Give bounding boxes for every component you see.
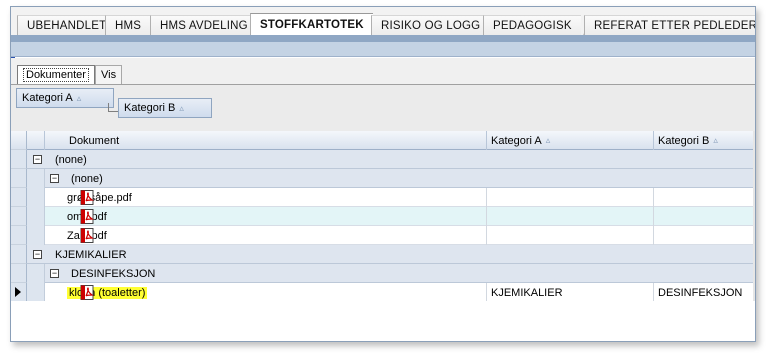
group-indent (27, 188, 45, 207)
pdf-icon (80, 209, 94, 224)
collapse-icon[interactable]: − (33, 155, 42, 164)
tab-label: REFERAT ETTER PEDLEDERM (594, 19, 756, 32)
tab-content-bar (11, 35, 755, 42)
tab-stoffkartotek[interactable]: STOFFKARTOTEK (250, 13, 373, 35)
group-row[interactable]: − (none) (11, 150, 755, 169)
cell-kategori-a[interactable] (487, 188, 654, 207)
tab-ubehandlet[interactable]: UBEHANDLET (17, 15, 116, 35)
tab-risiko-og-logg[interactable]: RISIKO OG LOGG (371, 15, 490, 35)
group-indent (27, 226, 45, 245)
tab-label: STOFFKARTOTEK (260, 18, 364, 31)
row-selector[interactable] (11, 150, 27, 169)
tab-label: PEDAGOGISK (493, 19, 572, 32)
column-label: Kategori A (491, 134, 542, 147)
grid-empty-area (11, 301, 755, 341)
group-row[interactable]: − KJEMIKALIER (11, 245, 755, 264)
cell-kategori-b[interactable]: DESINFEKSJON (654, 283, 754, 302)
tab-label: RISIKO OG LOGG (381, 19, 481, 32)
tab-label: Vis (101, 69, 117, 81)
inner-tab-strip: Dokumenter Vis (11, 58, 755, 85)
group-indent (27, 283, 45, 302)
main-tab-strip: UBEHANDLET HMS HMS AVDELING STOFFKARTOTE… (11, 7, 756, 35)
sort-ascending-icon: ▵ (545, 135, 551, 145)
tab-vis[interactable]: Vis (95, 65, 123, 84)
toolbar-area (11, 42, 755, 57)
group-label: Kategori A (22, 92, 73, 104)
row-selector[interactable] (11, 188, 27, 207)
row-selector[interactable] (11, 169, 27, 188)
group-label: KJEMIKALIER (55, 248, 127, 261)
tab-label: Dokumenter (23, 68, 89, 82)
tab-dokumenter[interactable]: Dokumenter (17, 65, 95, 84)
tab-pedagogisk[interactable]: PEDAGOGISK (483, 15, 581, 35)
header-corner (11, 131, 27, 150)
app-window: UBEHANDLET HMS HMS AVDELING STOFFKARTOTE… (10, 6, 756, 342)
group-connector (108, 103, 118, 112)
row-selector[interactable] (11, 226, 27, 245)
column-header-kategori-b[interactable]: Kategori B ▵ (654, 131, 754, 150)
sort-ascending-icon: ▵ (713, 135, 718, 145)
pdf-icon (80, 285, 94, 300)
cell-kategori-a[interactable]: KJEMIKALIER (487, 283, 654, 302)
table-row-selected[interactable]: klorin (toaletter) KJEMIKALIER DESINFEKS… (11, 283, 755, 302)
pdf-icon (80, 190, 94, 205)
group-label: (none) (55, 153, 87, 166)
tab-hms-avdeling[interactable]: HMS AVDELING (150, 15, 257, 35)
cell-kategori-b[interactable] (654, 207, 754, 226)
subgroup-row[interactable]: − (none) (11, 169, 755, 188)
table-row[interactable]: omo.pdf (11, 207, 755, 226)
cell-kategori-a[interactable] (487, 207, 654, 226)
cell-dokument[interactable]: grønsåpe.pdf (45, 188, 487, 207)
table-row[interactable]: grønsåpe.pdf (11, 188, 755, 207)
collapse-icon[interactable]: − (33, 250, 42, 259)
tab-label: HMS (115, 19, 142, 32)
column-header-dokument[interactable]: Dokument (45, 131, 487, 150)
group-by-panel: Kategori A ▵ Kategori B ▵ (11, 85, 755, 131)
subgroup-row[interactable]: − DESINFEKSJON (11, 264, 755, 283)
group-label: DESINFEKSJON (71, 267, 156, 280)
group-button-kategori-a[interactable]: Kategori A ▵ (16, 88, 114, 108)
sort-ascending-icon: ▵ (76, 92, 82, 103)
group-label: Kategori B (124, 102, 176, 114)
group-indent (27, 169, 45, 188)
group-indent (27, 264, 45, 283)
collapse-icon[interactable]: − (50, 269, 59, 278)
row-selector[interactable] (11, 245, 27, 264)
cell-kategori-b[interactable] (654, 188, 754, 207)
group-button-kategori-b[interactable]: Kategori B ▵ (118, 98, 212, 118)
cell-dokument[interactable]: klorin (toaletter) (45, 283, 487, 302)
tab-hms[interactable]: HMS (105, 15, 151, 35)
document-name: grønsåpe.pdf (67, 191, 132, 204)
group-label: (none) (71, 172, 103, 185)
pdf-icon (80, 228, 94, 243)
group-indent (27, 207, 45, 226)
cell-dokument[interactable]: Zalo.pdf (45, 226, 487, 245)
column-header-kategori-a[interactable]: Kategori A ▵ (487, 131, 654, 150)
documents-grid: Dokument Kategori A ▵ Kategori B ▵ − (none… (11, 131, 755, 302)
tab-label: UBEHANDLET (27, 19, 107, 32)
cell-kategori-a[interactable] (487, 226, 654, 245)
tab-referat-etter-pedlederm[interactable]: REFERAT ETTER PEDLEDERM (584, 15, 756, 35)
column-label: Dokument (69, 134, 120, 147)
sort-ascending-icon: ▵ (179, 102, 184, 113)
tab-label: HMS AVDELING (160, 19, 248, 32)
table-row[interactable]: Zalo.pdf (11, 226, 755, 245)
grid-header: Dokument Kategori A ▵ Kategori B ▵ (11, 131, 755, 150)
row-selector[interactable] (11, 207, 27, 226)
column-label: Kategori B (658, 134, 710, 147)
cell-kategori-b[interactable] (654, 226, 754, 245)
row-pointer-icon (15, 287, 21, 297)
collapse-icon[interactable]: − (50, 174, 59, 183)
header-indent (27, 131, 45, 150)
row-selector[interactable] (11, 264, 27, 283)
row-selector[interactable] (11, 283, 27, 302)
grid-right-edge (753, 131, 755, 301)
cell-dokument[interactable]: omo.pdf (45, 207, 487, 226)
